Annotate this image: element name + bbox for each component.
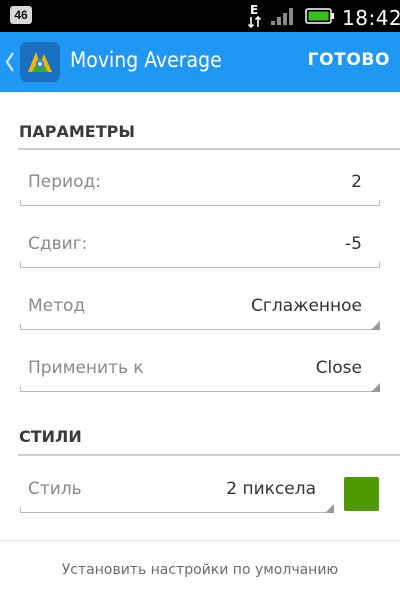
style-value: 2 пиксела [226,479,316,499]
screen-title: Moving Average [70,48,222,72]
reset-defaults-button[interactable]: Установить настройки по умолчанию [0,562,400,578]
battery-icon [305,8,334,24]
status-clock: 18:42 [342,6,400,30]
style-underline [20,507,334,513]
shift-value[interactable]: -5 [345,234,362,254]
metatrader-logo[interactable] [20,42,60,82]
apply-to-label: Применить к [28,358,144,378]
footer-divider [0,540,400,541]
apply-to-spinner[interactable]: Применить к Close [18,336,380,398]
method-label: Метод [28,296,86,316]
apply-to-underline [20,386,380,392]
done-button[interactable]: ГОТОВО [308,50,390,70]
method-spinner[interactable]: Метод Сглаженное [18,274,380,336]
notification-badge: 46 [10,6,32,24]
apply-to-value: Close [315,358,362,378]
style-label: Стиль [28,479,82,499]
signal-icon [271,8,293,25]
period-underline [20,200,380,206]
dropdown-corner-icon [325,504,334,513]
style-spinner[interactable]: Стиль 2 пиксела [18,457,334,519]
period-value[interactable]: 2 [351,172,362,192]
method-underline [20,324,380,330]
shift-label: Сдвиг: [28,234,88,254]
method-value: Сглаженное [251,296,362,316]
line-color-swatch[interactable] [344,477,379,511]
network-e-icon: E [247,3,262,29]
dropdown-corner-icon [371,321,380,330]
shift-field[interactable]: Сдвиг: -5 [18,212,380,274]
network-type-label: E [250,3,258,17]
shift-underline [20,262,380,268]
action-bar: Moving Average ГОТОВО [0,32,400,92]
back-chevron-icon[interactable] [4,50,16,74]
period-label: Период: [28,172,101,192]
status-bar: 46 E 18:42 [0,0,400,32]
app-logo-graphic [20,42,60,82]
styles-header: СТИЛИ [19,427,82,446]
parameters-header: ПАРАМЕТРЫ [19,122,135,141]
dropdown-corner-icon [371,383,380,392]
period-field[interactable]: Период: 2 [18,150,380,212]
styles-divider [18,454,400,456]
